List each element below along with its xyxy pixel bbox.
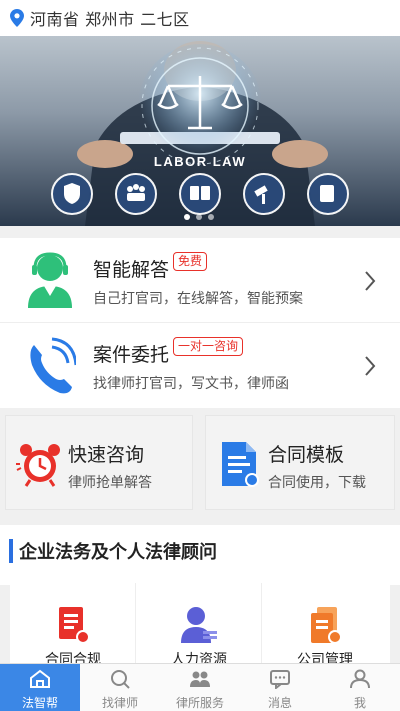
quick-consult-tile[interactable]: 快速咨询 律师抢单解答 — [5, 415, 193, 510]
bottom-tab-bar: 法智帮 找律师 律所服务 消息 我 — [0, 663, 400, 711]
service-title: 案件委托 — [93, 344, 170, 366]
customer-service-icon — [28, 252, 72, 308]
chevron-right-icon — [365, 271, 376, 291]
carousel-dot[interactable] — [184, 214, 190, 220]
service-list: 智能解答 免费 自己打官司，在线解答，智能预案 案件委托 一对一咨询 找律师打官… — [0, 238, 400, 408]
banner-carousel[interactable]: LABOR LAW — [0, 36, 400, 226]
alarm-clock-icon — [16, 444, 60, 487]
service-title: 智能解答 — [93, 259, 170, 281]
tile-subtitle: 合同使用，下载 — [268, 475, 366, 491]
search-icon — [111, 670, 130, 689]
service-item-smart-answer[interactable]: 智能解答 免费 自己打官司，在线解答，智能预案 — [0, 238, 400, 323]
home-icon — [30, 669, 50, 688]
user-card-icon — [181, 607, 217, 643]
location-text: 河南省 郑州市 二七区 — [30, 10, 190, 29]
document-icon — [222, 442, 259, 487]
tab-me[interactable]: 我 — [320, 664, 400, 711]
tab-label: 法智帮 — [21, 696, 58, 710]
tab-label: 消息 — [267, 696, 292, 710]
service-item-case-entrust[interactable]: 案件委托 一对一咨询 找律师打官司，写文书，律师函 — [0, 323, 400, 408]
tab-home[interactable]: 法智帮 — [0, 664, 80, 711]
banner-illustration — [51, 41, 349, 226]
tile-title: 快速咨询 — [68, 444, 145, 466]
carousel-indicators — [184, 214, 214, 220]
tab-label: 找律师 — [101, 696, 138, 710]
tile-subtitle: 律师抢单解答 — [68, 475, 152, 491]
legal-advisor-section: 企业法务及个人法律顾问 — [0, 525, 400, 585]
advisor-grid: 合同合规 人力资源 公司管理 — [10, 583, 390, 668]
one-on-one-badge: 一对一咨询 — [173, 337, 244, 356]
phone-icon — [30, 337, 76, 394]
grid-item-company-management[interactable]: 公司管理 — [262, 583, 388, 668]
carousel-dot[interactable] — [196, 214, 202, 220]
tile-title: 合同模板 — [268, 444, 345, 466]
contract-template-tile[interactable]: 合同模板 合同使用，下载 — [205, 415, 395, 510]
company-docs-icon — [311, 607, 342, 644]
section-accent-bar — [9, 539, 13, 563]
service-subtitle: 自己打官司，在线解答，智能预案 — [93, 291, 303, 307]
tab-find-lawyer[interactable]: 找律师 — [80, 664, 160, 711]
carousel-dot[interactable] — [208, 214, 214, 220]
tab-firm-services[interactable]: 律所服务 — [160, 664, 240, 711]
banner-caption: LABOR LAW — [153, 154, 247, 169]
people-icon — [190, 671, 210, 687]
tab-label: 律所服务 — [175, 696, 224, 710]
location-bar[interactable]: 河南省 郑州市 二七区 — [0, 0, 400, 36]
message-icon — [270, 670, 290, 689]
contract-icon — [59, 607, 90, 644]
person-icon — [350, 669, 370, 689]
free-badge: 免费 — [173, 252, 208, 271]
tab-messages[interactable]: 消息 — [240, 664, 320, 711]
location-pin-icon — [10, 9, 24, 27]
tab-label: 我 — [353, 696, 366, 710]
chevron-right-icon — [365, 356, 376, 376]
service-subtitle: 找律师打官司，写文书，律师函 — [93, 376, 289, 392]
section-title: 企业法务及个人法律顾问 — [19, 542, 217, 563]
grid-item-contract-compliance[interactable]: 合同合规 — [10, 583, 136, 668]
grid-item-human-resources[interactable]: 人力资源 — [136, 583, 262, 668]
